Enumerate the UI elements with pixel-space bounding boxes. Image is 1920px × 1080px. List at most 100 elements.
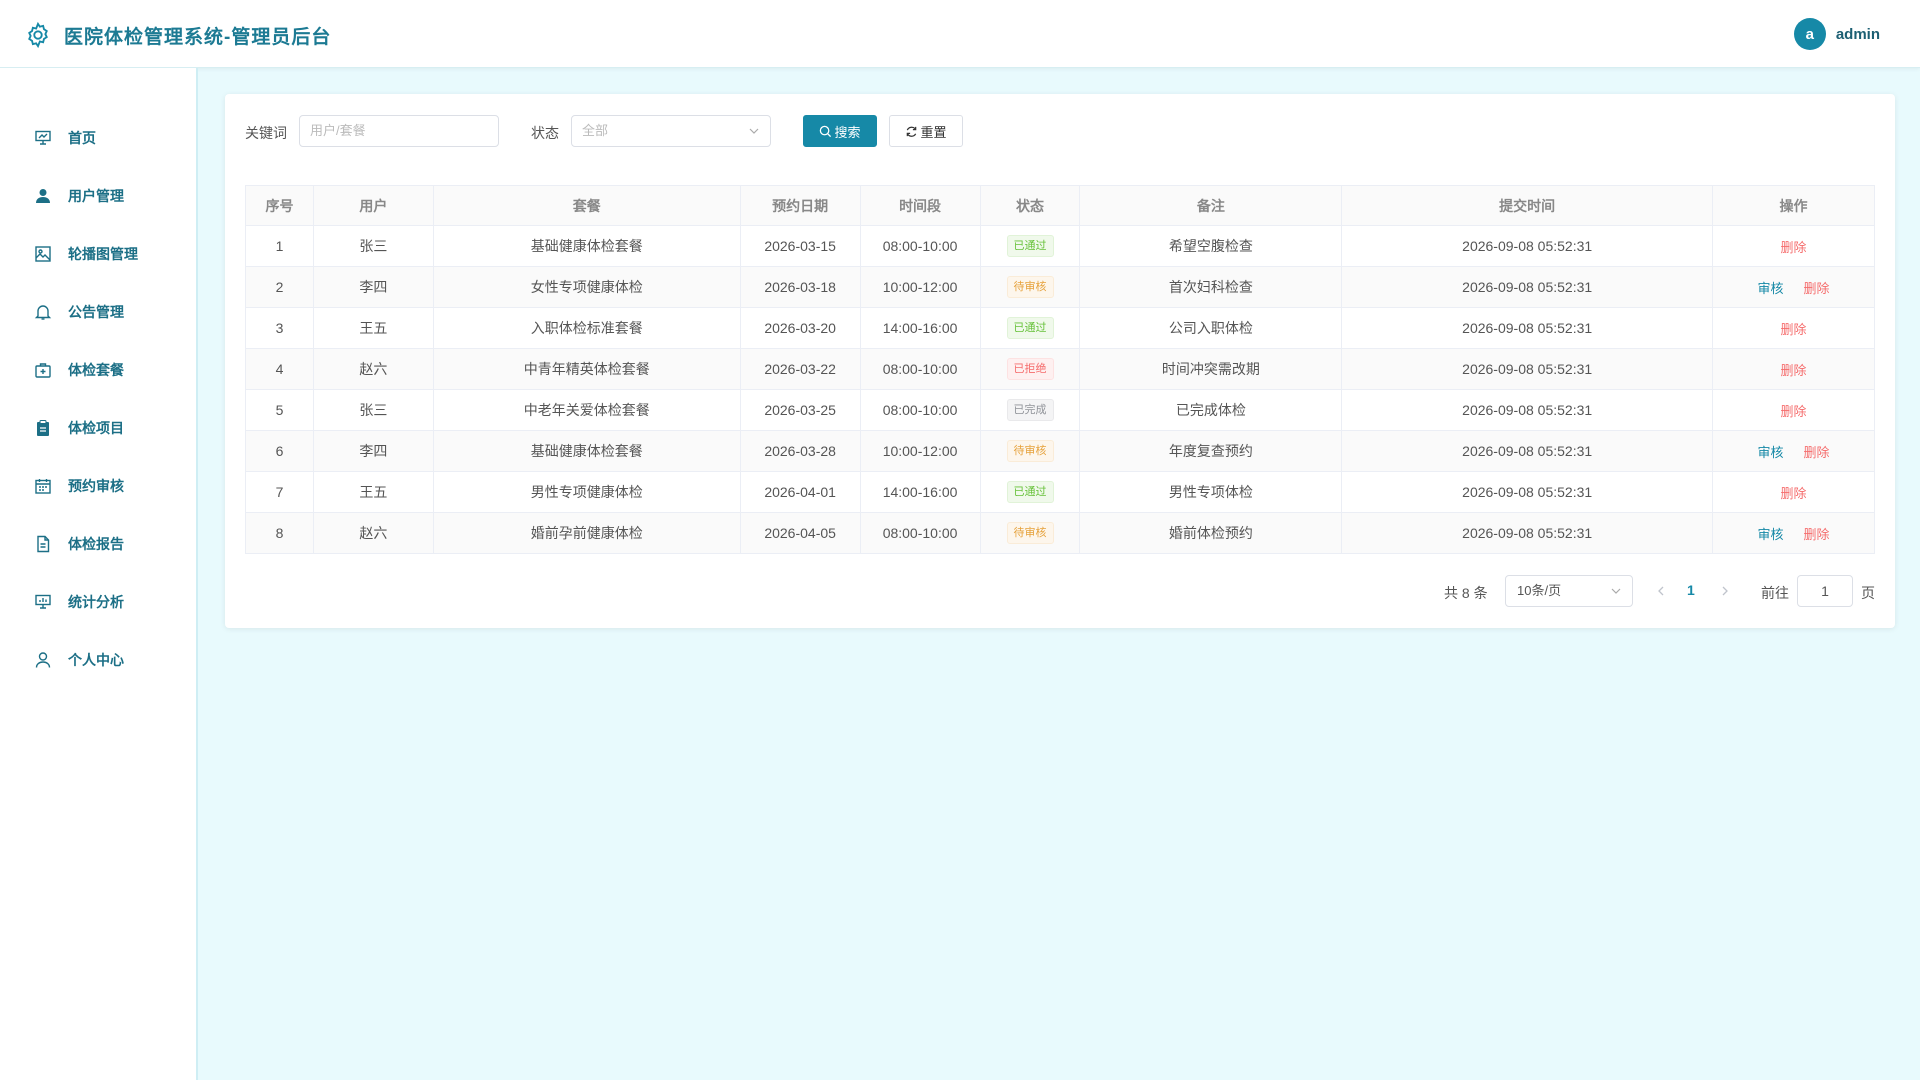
medical-box-icon (35, 363, 51, 378)
column-header: 时间段 (859, 185, 981, 226)
review-button[interactable]: 审核 (1758, 281, 1784, 296)
table-cell-slot: 14:00-16:00 (859, 471, 981, 513)
table-cell-user: 张三 (312, 225, 434, 267)
review-button[interactable]: 审核 (1758, 527, 1784, 542)
sidebar-item-appointment-review[interactable]: 预约审核 (0, 464, 196, 508)
table-cell-actions: 删除 (1712, 471, 1875, 513)
table-cell-no: 4 (245, 348, 314, 390)
sidebar-item-home[interactable]: 首页 (0, 116, 196, 160)
sidebar-item-reports[interactable]: 体检报告 (0, 522, 196, 566)
table-cell-note: 首次妇科检查 (1079, 266, 1343, 308)
delete-button[interactable]: 删除 (1781, 486, 1807, 501)
delete-button[interactable]: 删除 (1781, 404, 1807, 419)
person-outline-icon (35, 652, 51, 668)
table-row: 4 赵六 中青年精英体检套餐 2026-03-22 08:00-10:00 已拒绝 时间冲突… (245, 348, 1875, 390)
table-cell-user: 李四 (312, 266, 434, 308)
search-button[interactable]: 搜索 (803, 115, 877, 147)
page-size-value: 10条/页 (1517, 583, 1562, 598)
refresh-icon (907, 126, 917, 137)
table-cell-actions: 审核 删除 (1712, 430, 1875, 472)
pagination: 共 8 条 10条/页 1 前往 1 页 (225, 575, 1895, 607)
delete-button[interactable]: 删除 (1781, 240, 1807, 255)
table-row: 2 李四 女性专项健康体检 2026-03-18 10:00-12:00 待审核 首次妇科检… (245, 266, 1875, 308)
table-cell-package: 中青年精英体检套餐 (432, 348, 741, 390)
reset-button[interactable]: 重置 (889, 115, 963, 147)
table-cell-note: 婚前体检预约 (1079, 512, 1343, 554)
delete-button[interactable]: 删除 (1804, 445, 1830, 460)
delete-button[interactable]: 删除 (1804, 281, 1830, 296)
keyword-input[interactable]: 用户/套餐 (299, 115, 499, 147)
table-cell-status: 已完成 (979, 389, 1081, 431)
pagination-total: 共 8 条 (1444, 585, 1488, 601)
sidebar-item-label: 首页 (68, 130, 96, 146)
document-icon (37, 535, 50, 553)
table-cell-no: 7 (245, 471, 314, 513)
table-cell-date: 2026-03-18 (739, 266, 861, 308)
clipboard-icon (37, 420, 49, 436)
sidebar-item-announcements[interactable]: 公告管理 (0, 290, 196, 334)
sidebar-item-statistics[interactable]: 统计分析 (0, 580, 196, 624)
table-cell-submitted: 2026-09-08 05:52:31 (1341, 307, 1714, 349)
user-menu[interactable]: a admin (1793, 18, 1880, 50)
sidebar-item-exam-items[interactable]: 体检项目 (0, 406, 196, 450)
table-cell-actions: 删除 (1712, 225, 1875, 267)
chevron-down-icon (749, 128, 759, 134)
table-cell-status: 待审核 (979, 430, 1081, 472)
chevron-down-icon (1611, 588, 1621, 594)
table-cell-submitted: 2026-09-08 05:52:31 (1341, 471, 1714, 513)
table-cell-slot: 10:00-12:00 (859, 266, 981, 308)
table-cell-package: 入职体检标准套餐 (432, 307, 741, 349)
username[interactable]: admin (1836, 26, 1880, 43)
table-cell-status: 待审核 (979, 266, 1081, 308)
table-cell-user: 张三 (312, 389, 434, 431)
page-unit-label: 页 (1861, 585, 1875, 601)
avatar[interactable]: a (1793, 18, 1826, 50)
pagination-current-page[interactable]: 1 (1687, 582, 1695, 598)
goto-page-input[interactable]: 1 (1797, 575, 1853, 607)
table-cell-no: 5 (245, 389, 314, 431)
table-cell-date: 2026-04-05 (739, 512, 861, 554)
table-cell-user: 王五 (312, 471, 434, 513)
table-cell-no: 6 (245, 430, 314, 472)
search-button-label: 搜索 (834, 124, 861, 140)
table-cell-date: 2026-03-20 (739, 307, 861, 349)
table-cell-date: 2026-03-22 (739, 348, 861, 390)
chevron-right-icon[interactable] (1719, 585, 1731, 597)
table-cell-submitted: 2026-09-08 05:52:31 (1341, 430, 1714, 472)
sidebar-item-label: 个人中心 (68, 652, 124, 668)
table-cell-status: 已通过 (979, 307, 1081, 349)
sidebar-item-packages[interactable]: 体检套餐 (0, 348, 196, 392)
status-select[interactable]: 全部 (571, 115, 771, 147)
sidebar-item-label: 体检套餐 (68, 362, 124, 378)
table-cell-user: 王五 (312, 307, 434, 349)
page-size-select[interactable]: 10条/页 (1505, 575, 1633, 607)
column-header: 用户 (312, 185, 434, 226)
status-badge: 已通过 (1006, 481, 1054, 503)
status-badge: 已通过 (1006, 235, 1054, 257)
delete-button[interactable]: 删除 (1781, 322, 1807, 337)
delete-button[interactable]: 删除 (1781, 363, 1807, 378)
app-title: 医院体检管理系统-管理员后台 (64, 27, 332, 48)
table-cell-note: 已完成体检 (1079, 389, 1343, 431)
delete-button[interactable]: 删除 (1804, 527, 1830, 542)
column-header: 提交时间 (1341, 185, 1714, 226)
table-cell-package: 基础健康体检套餐 (432, 430, 741, 472)
sidebar-item-users[interactable]: 用户管理 (0, 174, 196, 218)
table-row: 8 赵六 婚前孕前健康体检 2026-04-05 08:00-10:00 待审核 婚前体检预… (245, 512, 1875, 554)
table-cell-no: 1 (245, 225, 314, 267)
sidebar-item-profile[interactable]: 个人中心 (0, 638, 196, 682)
review-button[interactable]: 审核 (1758, 445, 1784, 460)
calendar-icon (35, 479, 51, 494)
chevron-left-icon[interactable] (1655, 585, 1667, 597)
table-cell-slot: 14:00-16:00 (859, 307, 981, 349)
table-row: 3 王五 入职体检标准套餐 2026-03-20 14:00-16:00 已通过 公司入职体… (245, 307, 1875, 349)
sidebar-item-label: 用户管理 (68, 188, 124, 204)
column-header: 预约日期 (739, 185, 861, 226)
sidebar-item-label: 轮播图管理 (68, 246, 138, 262)
table-cell-submitted: 2026-09-08 05:52:31 (1341, 389, 1714, 431)
status-badge: 已通过 (1006, 317, 1054, 339)
table-row: 6 李四 基础健康体检套餐 2026-03-28 10:00-12:00 待审核 年度复查预… (245, 430, 1875, 472)
table-cell-user: 赵六 (312, 348, 434, 390)
table-cell-submitted: 2026-09-08 05:52:31 (1341, 266, 1714, 308)
sidebar-item-carousel[interactable]: 轮播图管理 (0, 232, 196, 276)
